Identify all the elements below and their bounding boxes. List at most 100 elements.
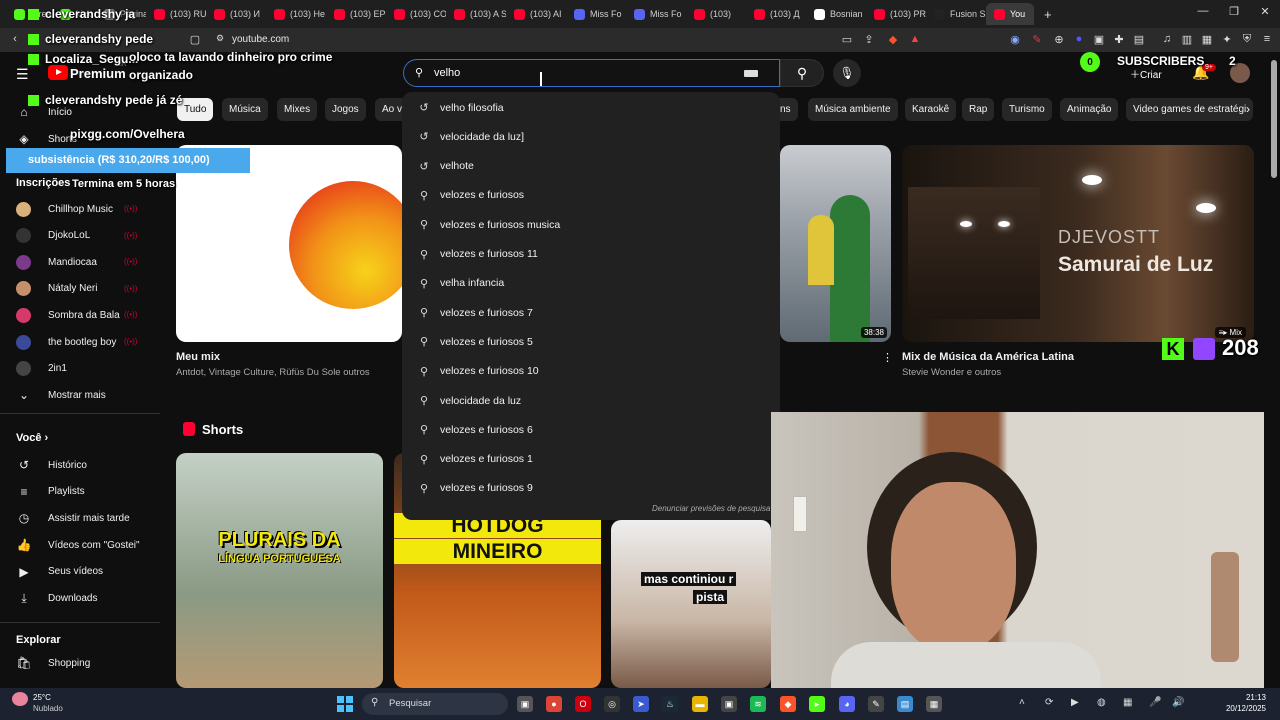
- search-suggestion[interactable]: ⚲ velha infancia: [402, 269, 780, 298]
- obs-icon[interactable]: ◎: [604, 696, 620, 712]
- sidebar-item-shopping[interactable]: 🛍 Shopping: [16, 652, 156, 674]
- chrome-icon[interactable]: ●: [546, 696, 562, 712]
- task-view-icon[interactable]: ▣: [517, 696, 533, 712]
- keyboard-icon[interactable]: [744, 70, 758, 77]
- chip-3[interactable]: Jogos: [325, 98, 366, 121]
- app-icon[interactable]: ▣: [721, 696, 737, 712]
- browser-tab[interactable]: (103): [686, 3, 746, 25]
- search-suggestion[interactable]: ↺ velhote: [402, 152, 780, 181]
- sidebar-item-you-5[interactable]: ⤓ Downloads: [16, 588, 156, 610]
- search-suggestion[interactable]: ⚲ velozes e furiosos 10: [402, 357, 780, 386]
- refresh-icon[interactable]: ⟳: [1045, 697, 1053, 708]
- page-scrollbar[interactable]: [1271, 60, 1277, 178]
- search-button[interactable]: ⚲: [780, 59, 824, 87]
- browser-tab[interactable]: (103) EP: [326, 3, 386, 25]
- mic-icon[interactable]: 🎤: [1149, 697, 1161, 708]
- weather-temp[interactable]: 25°C: [33, 693, 51, 702]
- brave-shield-icon[interactable]: ◆: [886, 33, 900, 46]
- video-title[interactable]: Meu mix: [176, 351, 220, 363]
- menu-icon[interactable]: ≡: [1260, 33, 1274, 45]
- vpn-icon[interactable]: ⛨: [1240, 33, 1254, 46]
- youtube-premium-logo[interactable]: Premium: [70, 66, 126, 81]
- browser-tab[interactable]: (103) AI: [506, 3, 566, 25]
- search-suggestion[interactable]: ⚲ velozes e furiosos 7: [402, 298, 780, 327]
- chevron-right-icon[interactable]: ›: [1246, 102, 1250, 116]
- search-input[interactable]: ⚲ velho: [403, 59, 780, 87]
- browser-tab[interactable]: (103) PR: [866, 3, 926, 25]
- search-suggestion[interactable]: ⚲ velozes e furiosos 1: [402, 445, 780, 474]
- clock-date[interactable]: 20/12/2025: [1206, 704, 1266, 713]
- extension-icon[interactable]: ●: [1072, 33, 1086, 45]
- minimize-icon[interactable]: —: [1195, 5, 1211, 17]
- short-thumbnail[interactable]: PLURAIS DA LÍNGUA PORTUGUESA: [176, 453, 383, 688]
- hamburger-icon[interactable]: ☰: [16, 66, 29, 83]
- search-suggestion[interactable]: ↺ velho filosofia: [402, 93, 780, 122]
- create-button[interactable]: ＋Criar: [1130, 66, 1162, 81]
- sidebar-item-you-0[interactable]: ↺ Histórico: [16, 454, 156, 476]
- pen-extension-icon[interactable]: ✎: [1030, 33, 1044, 46]
- chip-8[interactable]: Rap: [962, 98, 995, 121]
- browser-tab[interactable]: (103) Д: [746, 3, 806, 25]
- extension-icon[interactable]: ⊕: [1052, 33, 1066, 46]
- weather-desc[interactable]: Nublado: [33, 704, 63, 713]
- video-thumbnail-latin-mix[interactable]: DJEVOSTT Samurai de Luz ≡▸ Mix: [902, 145, 1254, 342]
- notepad-icon[interactable]: ▤: [897, 696, 913, 712]
- app-icon[interactable]: ✎: [868, 696, 884, 712]
- speaker-icon[interactable]: 🔊: [1172, 697, 1184, 708]
- search-suggestion[interactable]: ⚲ velocidade da luz: [402, 386, 780, 415]
- search-suggestion[interactable]: ⚲ velozes e furiosos 6: [402, 415, 780, 444]
- extension-icon[interactable]: ▤: [1132, 33, 1146, 46]
- search-suggestion[interactable]: ⚲ velozes e furiosos: [402, 181, 780, 210]
- extension-icon[interactable]: ◉: [1008, 33, 1022, 46]
- spotify-icon[interactable]: ≋: [750, 696, 766, 712]
- browser-tab[interactable]: Miss Fo: [566, 3, 626, 25]
- search-suggestion[interactable]: ⚲ velozes e furiosos 5: [402, 327, 780, 356]
- sidebar-icon[interactable]: ▥: [1180, 33, 1194, 46]
- sidebar-item-you-2[interactable]: ◷ Assistir mais tarde: [16, 507, 156, 529]
- windows-start-icon[interactable]: [337, 696, 353, 712]
- video-meta[interactable]: Stevie Wonder e outros: [902, 367, 1001, 378]
- opera-icon[interactable]: O: [575, 696, 591, 712]
- network-icon[interactable]: ◍: [1097, 697, 1106, 708]
- app-icon[interactable]: ➤: [633, 696, 649, 712]
- discord-icon[interactable]: ◕: [839, 696, 855, 712]
- new-tab-button[interactable]: +: [1044, 7, 1052, 22]
- video-thumbnail-kitchen[interactable]: 38:38: [780, 145, 891, 342]
- sidebar-item-you-1[interactable]: ≡ Playlists: [16, 481, 156, 503]
- browser-tab[interactable]: You✕: [986, 3, 1034, 25]
- search-suggestion[interactable]: ⚲ velozes e furiosos musica: [402, 210, 780, 239]
- browser-tab[interactable]: Fusion S: [926, 3, 986, 25]
- app-icon[interactable]: ▦: [1123, 697, 1132, 708]
- browser-tab[interactable]: (103) A S: [446, 3, 506, 25]
- maximize-icon[interactable]: ❐: [1226, 5, 1242, 18]
- chip-9[interactable]: Turismo: [1002, 98, 1052, 121]
- play-icon[interactable]: ▶: [1071, 697, 1079, 708]
- search-suggestion[interactable]: ↺ velocidade da luz]: [402, 122, 780, 151]
- leo-icon[interactable]: ✦: [1220, 33, 1234, 46]
- taskbar-search[interactable]: ⚲ Pesquisar: [362, 693, 508, 715]
- subscriptions-heading[interactable]: Inscrições: [16, 177, 70, 189]
- chevron-up-icon[interactable]: ˄: [1019, 697, 1025, 708]
- voice-search-button[interactable]: 🎙: [833, 59, 861, 87]
- sidebar-item-show-more[interactable]: ⌄ Mostrar mais: [16, 384, 156, 406]
- share-icon[interactable]: ⇪: [862, 33, 876, 46]
- report-predictions-link[interactable]: Denunciar previsões de pesquisa: [652, 504, 770, 513]
- more-options-icon[interactable]: ⋮: [882, 351, 893, 364]
- video-thumbnail-meu-mix[interactable]: [176, 145, 402, 342]
- back-icon[interactable]: ‹: [8, 33, 22, 45]
- chip-11[interactable]: Video games de estratégi: [1126, 98, 1254, 121]
- clock-time[interactable]: 21:13: [1226, 693, 1266, 702]
- calculator-icon[interactable]: ▦: [926, 696, 942, 712]
- kick-app-icon[interactable]: ▸: [809, 696, 825, 712]
- video-meta[interactable]: Antdot, Vintage Culture, Rüfüs Du Sole o…: [176, 367, 370, 378]
- sidebar-item-you-4[interactable]: ▶ Seus vídeos: [16, 561, 156, 583]
- search-suggestion[interactable]: ⚲ velozes e furiosos 11: [402, 240, 780, 269]
- you-heading[interactable]: Você ›: [16, 432, 48, 444]
- brave-rewards-icon[interactable]: ▲: [908, 33, 922, 45]
- steam-icon[interactable]: ♨: [662, 696, 678, 712]
- browser-tab[interactable]: Bosnian: [806, 3, 866, 25]
- chip-6[interactable]: Música ambiente: [808, 98, 898, 121]
- browser-tab[interactable]: (103) CO: [386, 3, 446, 25]
- sidebar-item-channel[interactable]: 2in1: [16, 358, 156, 380]
- puzzle-icon[interactable]: ✚: [1112, 33, 1126, 46]
